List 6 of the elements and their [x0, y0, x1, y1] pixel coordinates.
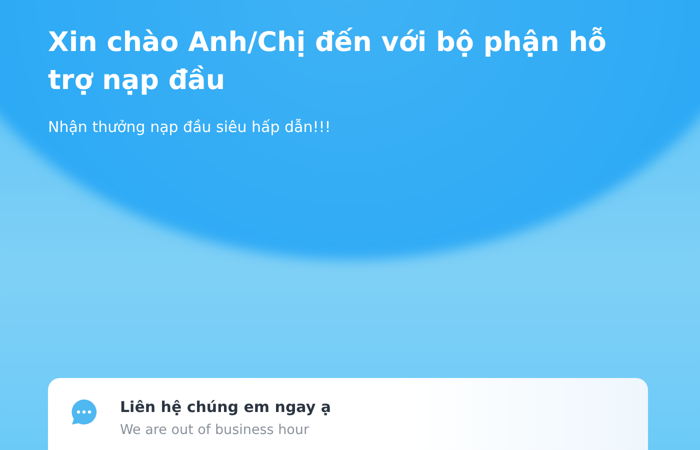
contact-title: Liên hệ chúng em ngay ạ: [120, 398, 331, 416]
chat-bubble-icon: [70, 398, 98, 426]
business-hours-status: We are out of business hour: [120, 422, 310, 438]
contact-card[interactable]: Liên hệ chúng em ngay ạ We are out of business hour: [48, 378, 648, 450]
welcome-title: Xin chào Anh/Chị đến với bộ phận hỗ trợ nạp đầu: [48, 26, 608, 98]
welcome-subtitle: Nhận thưởng nạp đầu siêu hấp dẫn!!!: [48, 118, 332, 136]
